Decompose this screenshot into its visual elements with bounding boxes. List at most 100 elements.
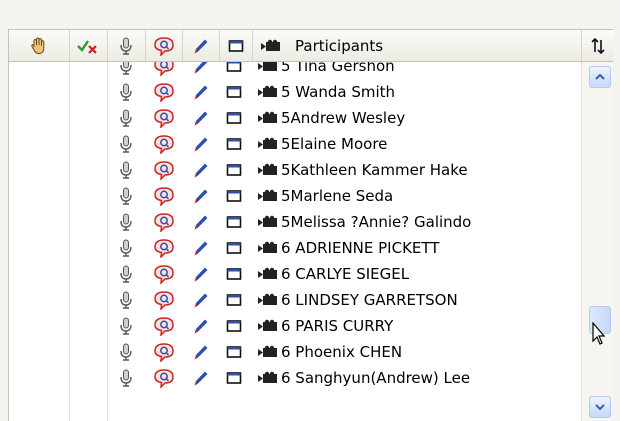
annotate-toggle[interactable] <box>188 79 214 105</box>
participant-row[interactable]: 5 Tina Gershon <box>9 62 581 79</box>
chat-toggle[interactable] <box>150 131 178 157</box>
audio-toggle[interactable] <box>113 183 139 209</box>
chat-toggle[interactable] <box>150 339 178 365</box>
video-column-header[interactable] <box>252 30 289 61</box>
share-toggle[interactable] <box>222 339 246 365</box>
audio-toggle[interactable] <box>113 235 139 261</box>
screen-icon <box>226 320 242 332</box>
chat-bubble-icon <box>154 83 174 102</box>
annotate-toggle[interactable] <box>188 339 214 365</box>
share-toggle[interactable] <box>222 287 246 313</box>
video-toggle[interactable] <box>255 365 281 391</box>
participant-row[interactable]: 6 Phoenix CHEN <box>9 339 581 365</box>
video-toggle[interactable] <box>255 62 281 79</box>
annotate-toggle[interactable] <box>188 157 214 183</box>
chat-toggle[interactable] <box>150 365 178 391</box>
chat-toggle[interactable] <box>150 183 178 209</box>
share-toggle[interactable] <box>222 105 246 131</box>
audio-toggle[interactable] <box>113 339 139 365</box>
chat-toggle[interactable] <box>150 157 178 183</box>
audio-toggle[interactable] <box>113 157 139 183</box>
scroll-down-button[interactable] <box>589 396 611 418</box>
chat-toggle[interactable] <box>150 79 178 105</box>
chat-toggle[interactable] <box>150 105 178 131</box>
audio-toggle[interactable] <box>113 131 139 157</box>
sort-button[interactable] <box>581 30 613 61</box>
participant-row[interactable]: 5Kathleen Kammer Hake <box>9 157 581 183</box>
audio-toggle[interactable] <box>113 62 139 79</box>
screen-icon <box>226 190 242 202</box>
annotate-toggle[interactable] <box>188 365 214 391</box>
video-toggle[interactable] <box>255 157 281 183</box>
share-toggle[interactable] <box>222 313 246 339</box>
annotate-toggle[interactable] <box>188 105 214 131</box>
audio-toggle[interactable] <box>113 105 139 131</box>
share-column-header[interactable] <box>219 30 253 61</box>
video-toggle[interactable] <box>255 339 281 365</box>
share-toggle[interactable] <box>222 261 246 287</box>
share-toggle[interactable] <box>222 157 246 183</box>
share-toggle[interactable] <box>222 183 246 209</box>
audio-toggle[interactable] <box>113 261 139 287</box>
chat-toggle[interactable] <box>150 313 178 339</box>
chat-toggle[interactable] <box>150 287 178 313</box>
participant-row[interactable]: 6 Sanghyun(Andrew) Lee <box>9 365 581 391</box>
chat-toggle[interactable] <box>150 62 178 79</box>
annotate-toggle[interactable] <box>188 235 214 261</box>
scroll-up-button[interactable] <box>589 66 611 88</box>
chat-bubble-icon <box>154 62 174 76</box>
annotate-column-header[interactable] <box>182 30 220 61</box>
annotate-toggle[interactable] <box>188 62 214 79</box>
microphone-icon <box>120 83 132 101</box>
video-toggle[interactable] <box>255 287 281 313</box>
vertical-scrollbar[interactable] <box>581 62 613 421</box>
share-toggle[interactable] <box>222 131 246 157</box>
participant-row[interactable]: 5Marlene Seda <box>9 183 581 209</box>
share-toggle[interactable] <box>222 235 246 261</box>
video-toggle[interactable] <box>255 79 281 105</box>
annotate-toggle[interactable] <box>188 209 214 235</box>
video-toggle[interactable] <box>255 131 281 157</box>
video-toggle[interactable] <box>255 313 281 339</box>
video-toggle[interactable] <box>255 261 281 287</box>
raise-hand-column-header[interactable] <box>9 30 70 61</box>
screen-icon <box>226 62 242 72</box>
audio-toggle[interactable] <box>113 287 139 313</box>
chat-bubble-icon <box>154 343 174 362</box>
audio-toggle[interactable] <box>113 79 139 105</box>
pencil-icon <box>194 241 208 256</box>
annotate-toggle[interactable] <box>188 313 214 339</box>
participant-row[interactable]: 5 Wanda Smith <box>9 79 581 105</box>
video-toggle[interactable] <box>255 183 281 209</box>
chat-toggle[interactable] <box>150 235 178 261</box>
video-toggle[interactable] <box>255 209 281 235</box>
participant-row[interactable]: 5Melissa ?Annie? Galindo <box>9 209 581 235</box>
participant-row[interactable]: 6 PARIS CURRY <box>9 313 581 339</box>
audio-column-header[interactable] <box>107 30 146 61</box>
participant-row[interactable]: 6 ADRIENNE PICKETT <box>9 235 581 261</box>
feedback-column-header[interactable] <box>69 30 108 61</box>
annotate-toggle[interactable] <box>188 287 214 313</box>
annotate-toggle[interactable] <box>188 131 214 157</box>
share-toggle[interactable] <box>222 365 246 391</box>
microphone-icon <box>120 369 132 387</box>
participant-row[interactable]: 6 LINDSEY GARRETSON <box>9 287 581 313</box>
participant-row[interactable]: 5Andrew Wesley <box>9 105 581 131</box>
video-camera-icon <box>258 319 277 331</box>
chat-column-header[interactable] <box>145 30 183 61</box>
video-toggle[interactable] <box>255 105 281 131</box>
chat-toggle[interactable] <box>150 209 178 235</box>
audio-toggle[interactable] <box>113 209 139 235</box>
audio-toggle[interactable] <box>113 313 139 339</box>
chat-toggle[interactable] <box>150 261 178 287</box>
participant-row[interactable]: 6 CARLYE SIEGEL <box>9 261 581 287</box>
video-toggle[interactable] <box>255 235 281 261</box>
share-toggle[interactable] <box>222 79 246 105</box>
audio-toggle[interactable] <box>113 365 139 391</box>
share-toggle[interactable] <box>222 209 246 235</box>
participant-row[interactable]: 5Elaine Moore <box>9 131 581 157</box>
share-toggle[interactable] <box>222 62 246 79</box>
participants-column-header[interactable]: Participants <box>295 30 383 61</box>
annotate-toggle[interactable] <box>188 261 214 287</box>
annotate-toggle[interactable] <box>188 183 214 209</box>
